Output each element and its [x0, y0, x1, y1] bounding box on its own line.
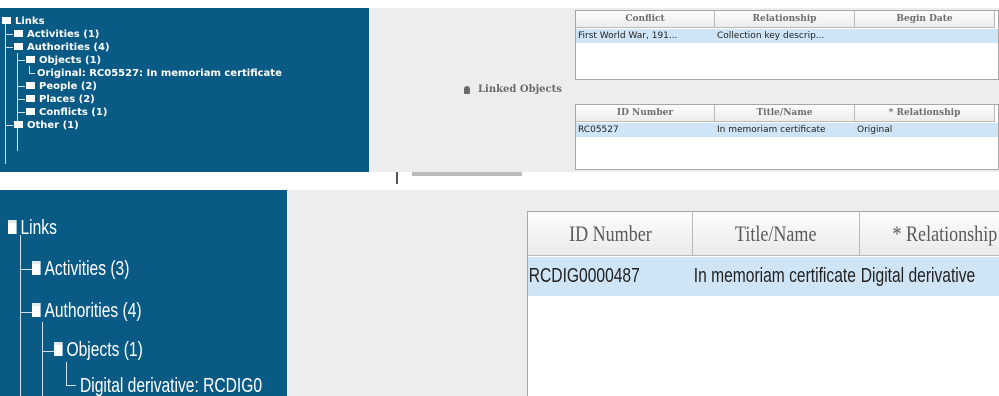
table-cell[interactable]: RC05527 — [576, 123, 715, 137]
tree-item-people[interactable]: People (2) — [26, 80, 97, 93]
divider-mark — [396, 172, 398, 184]
table-cell[interactable]: Collection key descrip... — [715, 29, 855, 43]
tree-item-label: Activities (3) — [44, 258, 130, 280]
tree-connector — [20, 235, 21, 396]
tree-item-places[interactable]: Places (2) — [26, 93, 95, 106]
folder-icon — [26, 94, 35, 102]
table-cell[interactable]: Original — [855, 123, 998, 137]
links-tree-top: Links Activities (1) Authorities (4) Obj… — [0, 8, 369, 172]
tree-connector — [42, 351, 54, 352]
folder-icon — [26, 55, 35, 63]
tree-item-activities[interactable]: Activities (3) — [32, 254, 129, 284]
folder-icon — [14, 29, 23, 37]
pin-icon — [464, 85, 470, 94]
tree-item-links[interactable]: Links — [2, 15, 45, 28]
folder-icon — [14, 120, 23, 128]
tree-connector — [20, 312, 32, 313]
folder-icon — [54, 341, 63, 356]
tree-item-label: People (2) — [39, 81, 97, 92]
tree-connector — [17, 86, 25, 87]
table-cell[interactable] — [855, 29, 998, 43]
folder-icon — [14, 42, 23, 50]
tree-item-label: Authorities (4) — [44, 300, 142, 322]
cropped-label — [412, 172, 522, 176]
tree-connector — [5, 22, 6, 164]
table-cell[interactable]: In memoriam certificate — [715, 123, 855, 137]
tree-connector — [17, 53, 18, 151]
folder-icon — [32, 302, 41, 317]
tree-connector — [17, 112, 25, 113]
tree-connector — [20, 269, 32, 270]
tree-item-label: Conflicts (1) — [39, 107, 108, 118]
tree-item-original-object[interactable]: Original: RC05527: In memoriam certifica… — [37, 67, 282, 80]
top-panel: Links Activities (1) Authorities (4) Obj… — [0, 0, 999, 172]
tree-connector — [66, 362, 67, 385]
table-cell[interactable]: First World War, 191... — [576, 29, 715, 43]
table-cell[interactable]: Digital derivative — [860, 257, 999, 296]
tree-connector — [5, 125, 13, 126]
column-header-begin-date[interactable]: Begin Date — [855, 11, 995, 28]
tree-item-activities[interactable]: Activities (1) — [14, 28, 99, 41]
column-header-title-name[interactable]: Title/Name — [693, 212, 860, 256]
table-cell[interactable]: RCDIG0000487 — [528, 257, 693, 296]
links-tree-bottom: Links Activities (3) Authorities (4) Obj… — [0, 190, 287, 396]
linked-objects-label: Linked Objects — [464, 84, 562, 95]
bottom-panel: Links Activities (3) Authorities (4) Obj… — [0, 190, 999, 396]
tree-item-other[interactable]: Other (1) — [14, 119, 79, 132]
tree-item-conflicts[interactable]: Conflicts (1) — [26, 106, 107, 119]
column-header-title-name[interactable]: Title/Name — [715, 105, 855, 122]
tree-item-label: Objects (1) — [66, 339, 143, 361]
tree-item-links[interactable]: Links — [8, 213, 57, 243]
tree-connector — [66, 385, 76, 386]
column-header-relationship[interactable]: * Relationship — [860, 212, 999, 256]
column-header-relationship[interactable]: Relationship — [715, 11, 855, 28]
panel-divider — [0, 172, 999, 190]
tree-item-label: Places (2) — [39, 94, 95, 105]
tree-connector — [5, 47, 13, 48]
tree-item-authorities[interactable]: Authorities (4) — [32, 296, 142, 326]
folder-icon — [2, 16, 11, 24]
column-header-relationship[interactable]: * Relationship — [855, 105, 995, 122]
folder-icon — [26, 81, 35, 89]
column-header-id-number[interactable]: ID Number — [528, 212, 693, 256]
tree-item-authorities[interactable]: Authorities (4) — [14, 41, 110, 54]
tree-connector — [5, 34, 13, 35]
tree-item-label: Activities (1) — [27, 29, 100, 40]
tree-connector — [29, 73, 35, 74]
conflict-grid: Conflict Relationship Begin Date First W… — [575, 10, 999, 80]
linked-objects-grid-bottom: ID Number Title/Name * Relationship RCDI… — [527, 211, 999, 396]
tree-item-label: Links — [20, 217, 57, 239]
linked-objects-grid-top: ID Number Title/Name * Relationship RC05… — [575, 104, 999, 170]
tree-item-digital-derivative[interactable]: Digital derivative: RCDIG0 — [80, 371, 262, 396]
tree-item-label: Authorities (4) — [27, 42, 110, 53]
tree-connector — [42, 322, 43, 396]
tree-item-label: Digital derivative: RCDIG0 — [80, 375, 263, 396]
tree-connector — [17, 60, 25, 61]
folder-icon — [26, 107, 35, 115]
tree-item-label: Other (1) — [27, 120, 79, 131]
folder-icon — [8, 219, 17, 234]
tree-item-label: Objects (1) — [39, 55, 102, 66]
tree-connector — [17, 99, 25, 100]
tree-item-label: Original: RC05527: In memoriam certifica… — [37, 68, 282, 79]
table-cell[interactable]: In memoriam certificate — [693, 257, 860, 296]
tree-item-objects[interactable]: Objects (1) — [54, 335, 143, 365]
folder-icon — [32, 260, 41, 275]
column-header-conflict[interactable]: Conflict — [576, 11, 715, 28]
tree-item-label: Links — [15, 16, 45, 27]
column-header-id-number[interactable]: ID Number — [576, 105, 715, 122]
tree-item-objects[interactable]: Objects (1) — [26, 54, 101, 67]
